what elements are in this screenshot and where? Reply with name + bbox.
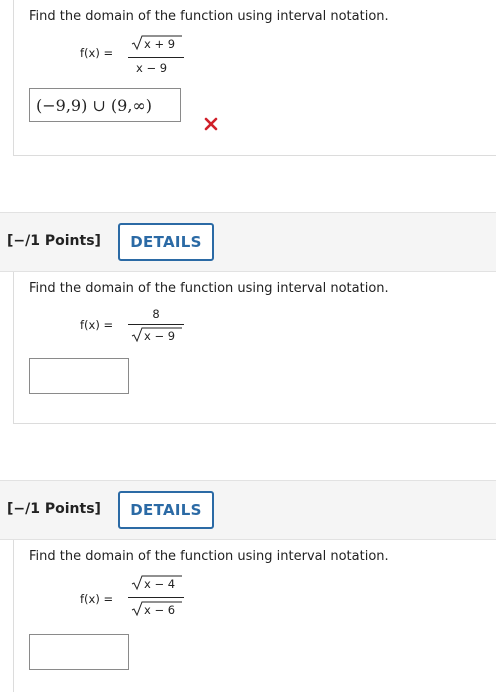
fraction-bar xyxy=(128,597,184,598)
denominator-text: x − 6 xyxy=(144,603,176,617)
question-3-header: [−/1 Points] DETAILS xyxy=(0,480,496,540)
denominator-text: x − 9 xyxy=(136,61,168,75)
numerator-text: x − 4 xyxy=(144,577,176,591)
points-label: [−/1 Points] xyxy=(7,233,101,249)
fraction-bar xyxy=(128,324,184,325)
details-button[interactable]: DETAILS xyxy=(118,491,214,529)
function-label: f(x) = xyxy=(80,46,114,60)
denominator-text: x − 9 xyxy=(144,329,176,343)
details-button[interactable]: DETAILS xyxy=(118,223,214,261)
radical-numerator: x − 4 xyxy=(131,575,182,591)
radical-numerator: x + 9 xyxy=(131,35,182,51)
points-label: [−/1 Points] xyxy=(7,501,101,517)
function-label: f(x) = xyxy=(80,318,114,332)
numerator-text: x + 9 xyxy=(144,37,176,51)
answer-input[interactable] xyxy=(29,634,129,670)
answer-input[interactable]: (−9,9) ∪ (9,∞) xyxy=(29,88,181,122)
fraction: x − 4 x − 6 xyxy=(128,575,184,621)
question-2-card: Find the domain of the function using in… xyxy=(13,272,496,424)
fraction-bar xyxy=(128,57,184,58)
question-1-card: Find the domain of the function using in… xyxy=(13,0,496,156)
question-2-header: [−/1 Points] DETAILS xyxy=(0,212,496,272)
x-icon xyxy=(204,117,218,131)
question-prompt: Find the domain of the function using in… xyxy=(29,281,389,296)
radical-denominator: x − 9 xyxy=(131,327,182,343)
question-prompt: Find the domain of the function using in… xyxy=(29,9,389,24)
question-prompt: Find the domain of the function using in… xyxy=(29,549,389,564)
question-3-card: Find the domain of the function using in… xyxy=(13,540,496,692)
function-label: f(x) = xyxy=(80,592,114,606)
answer-input[interactable] xyxy=(29,358,129,394)
fraction: 8 x − 9 xyxy=(128,307,184,347)
radical-denominator: x − 6 xyxy=(131,601,182,617)
numerator-text: 8 xyxy=(152,307,160,321)
fraction: x + 9 x − 9 xyxy=(128,35,184,75)
